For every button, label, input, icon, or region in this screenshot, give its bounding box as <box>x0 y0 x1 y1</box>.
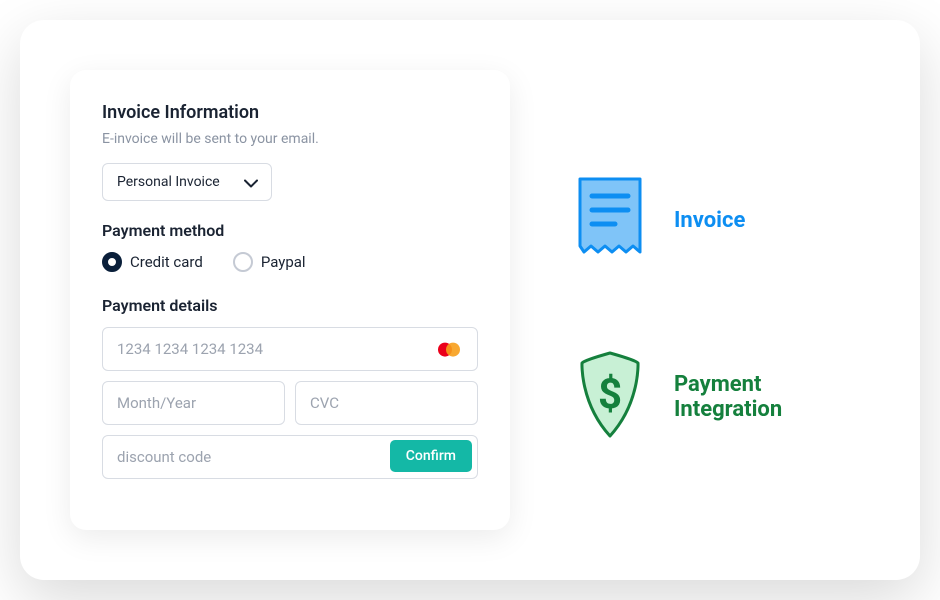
radio-circle-icon <box>233 252 253 272</box>
invoice-feature-label: Invoice <box>674 208 745 233</box>
shield-dollar-icon: $ <box>570 348 650 447</box>
card-number-input[interactable] <box>102 327 478 371</box>
invoice-type-value: Personal Invoice <box>102 163 272 201</box>
expiry-input[interactable] <box>102 381 285 425</box>
cvc-input[interactable] <box>295 381 478 425</box>
card-number-wrapper <box>102 327 478 381</box>
payment-details-title: Payment details <box>102 296 478 315</box>
radio-circle-selected-icon <box>102 252 122 272</box>
payment-feature-label: Payment Integration <box>674 372 870 422</box>
confirm-button[interactable]: Confirm <box>390 440 472 472</box>
radio-credit-card[interactable]: Credit card <box>102 252 203 272</box>
expiry-cvc-row <box>102 381 478 435</box>
feature-payment-integration: $ Payment Integration <box>570 348 870 447</box>
invoice-info-subtitle: E-invoice will be sent to your email. <box>102 131 478 147</box>
payment-method-title: Payment method <box>102 221 478 240</box>
discount-wrapper: Confirm <box>102 435 478 489</box>
paypal-label: Paypal <box>261 253 306 271</box>
payment-method-radio-group: Credit card Paypal <box>102 252 478 272</box>
svg-text:$: $ <box>598 370 622 419</box>
radio-paypal[interactable]: Paypal <box>233 252 306 272</box>
mastercard-icon <box>434 340 464 364</box>
payment-form-card: Invoice Information E-invoice will be se… <box>70 70 510 530</box>
main-card: Invoice Information E-invoice will be se… <box>20 20 920 580</box>
feature-invoice: Invoice <box>570 174 870 268</box>
invoice-type-select[interactable]: Personal Invoice <box>102 163 272 201</box>
receipt-icon <box>570 174 650 268</box>
credit-card-label: Credit card <box>130 253 203 271</box>
features-column: Invoice $ Payment Integration <box>570 70 870 530</box>
invoice-info-title: Invoice Information <box>102 102 478 123</box>
